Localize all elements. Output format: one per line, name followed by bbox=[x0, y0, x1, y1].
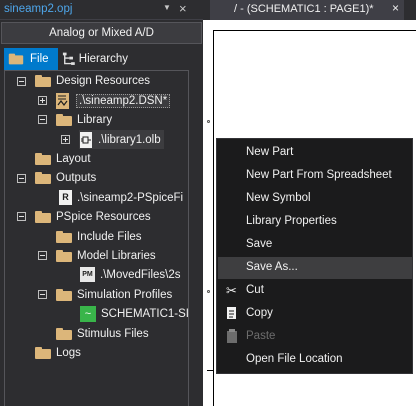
sheet-zone-marker bbox=[207, 290, 210, 293]
folder-icon bbox=[35, 152, 51, 165]
tree-item-label: Include Files bbox=[77, 230, 142, 243]
tree-item-layout[interactable]: Layout bbox=[35, 149, 91, 168]
folder-icon bbox=[35, 171, 51, 184]
tree-item-label: .\sineamp2.DSN* bbox=[76, 93, 171, 108]
tree-item-label: Outputs bbox=[56, 171, 97, 184]
tree-item-label: PSpice Resources bbox=[56, 210, 151, 223]
expand-toggle[interactable] bbox=[61, 135, 70, 144]
collapse-toggle[interactable] bbox=[17, 174, 26, 183]
folder-icon bbox=[56, 113, 72, 126]
menu-item-new-part[interactable]: New Part bbox=[218, 142, 412, 164]
folder-icon bbox=[56, 288, 72, 301]
copy-icon bbox=[224, 306, 239, 321]
tree-item-pspice-resources[interactable]: PSpice Resources bbox=[35, 207, 151, 226]
menu-item-save[interactable]: Save bbox=[218, 234, 412, 256]
tree-item-label: Logs bbox=[56, 346, 81, 359]
menu-item-paste[interactable]: Paste bbox=[218, 326, 412, 348]
folder-icon bbox=[35, 346, 51, 359]
menu-item-label: Paste bbox=[246, 330, 276, 342]
menu-item-cut[interactable]: ✂ Cut bbox=[218, 280, 412, 302]
sheet-zone-marker bbox=[207, 120, 210, 123]
menu-item-new-part-from-spreadsheet[interactable]: New Part From Spreadsheet bbox=[218, 165, 412, 187]
library-file-icon bbox=[80, 131, 92, 148]
menu-item-library-properties[interactable]: Library Properties bbox=[218, 211, 412, 233]
collapse-toggle[interactable] bbox=[38, 115, 47, 124]
menu-item-label: New Symbol bbox=[246, 192, 311, 204]
schematic-file-icon bbox=[56, 92, 69, 109]
tree-item-label: Library bbox=[77, 113, 113, 126]
tree-item-label: Stimulus Files bbox=[77, 327, 149, 340]
tree-item-stimulus-files[interactable]: Stimulus Files bbox=[56, 324, 149, 343]
menu-item-open-file-location[interactable]: Open File Location bbox=[218, 349, 412, 371]
document-tab-close-icon[interactable]: × bbox=[392, 1, 399, 15]
tree-item-label: Layout bbox=[56, 152, 91, 165]
tree-item-label: Model Libraries bbox=[77, 249, 156, 262]
folder-icon bbox=[56, 230, 72, 243]
project-manager-panel: sineamp2.opj ▼ × Analog or Mixed A/D Fil… bbox=[0, 0, 203, 406]
sheet-edge-tick bbox=[207, 370, 213, 371]
project-tree: Design Resources .\sineamp2.DSN* Library bbox=[0, 0, 203, 406]
menu-item-label: New Part bbox=[246, 146, 294, 158]
menu-item-copy[interactable]: Copy bbox=[218, 303, 412, 325]
expand-toggle[interactable] bbox=[38, 96, 47, 105]
tree-item-sim-profile[interactable]: ~ SCHEMATIC1-SI bbox=[80, 304, 189, 323]
simulation-profile-icon: ~ bbox=[80, 305, 96, 322]
collapse-toggle[interactable] bbox=[38, 290, 47, 299]
collapse-toggle[interactable] bbox=[17, 77, 26, 86]
tree-item-library-file[interactable]: .\library1.olb bbox=[79, 130, 164, 149]
menu-item-new-symbol[interactable]: New Symbol bbox=[218, 188, 412, 210]
menu-item-label: Copy bbox=[246, 307, 273, 319]
context-menu: New Part New Part From Spreadsheet New S… bbox=[216, 138, 413, 374]
tree-item-label: Simulation Profiles bbox=[77, 288, 173, 301]
collapse-toggle[interactable] bbox=[17, 212, 26, 221]
folder-icon bbox=[56, 249, 72, 262]
folder-icon bbox=[35, 74, 51, 87]
folder-icon bbox=[56, 327, 72, 340]
document-tab-title: / - (SCHEMATIC1 : PAGE1)* bbox=[234, 3, 374, 15]
menu-item-save-as[interactable]: Save As... bbox=[218, 257, 412, 279]
report-file-icon: R bbox=[59, 190, 72, 205]
tree-item-output-file[interactable]: R .\sineamp2-PSpiceFi bbox=[59, 188, 183, 207]
menu-item-label: Save bbox=[246, 238, 273, 250]
tree-item-label: Design Resources bbox=[56, 74, 150, 87]
tree-item-logs[interactable]: Logs bbox=[35, 343, 81, 362]
paste-icon bbox=[224, 329, 239, 344]
menu-item-label: Save As... bbox=[246, 261, 298, 273]
tree-item-design-resources[interactable]: Design Resources bbox=[35, 71, 150, 90]
document-tabstrip: / - (SCHEMATIC1 : PAGE1)* × bbox=[203, 0, 416, 20]
menu-item-label: New Part From Spreadsheet bbox=[246, 169, 392, 181]
tree-item-library[interactable]: Library bbox=[56, 110, 112, 129]
tree-item-outputs[interactable]: Outputs bbox=[35, 168, 96, 187]
tree-item-include-files[interactable]: Include Files bbox=[56, 227, 142, 246]
folder-icon bbox=[35, 210, 51, 223]
tree-item-label: .\sineamp2-PSpiceFi bbox=[77, 191, 184, 204]
tree-item-simulation-profiles[interactable]: Simulation Profiles bbox=[56, 285, 172, 304]
menu-item-label: Library Properties bbox=[246, 215, 337, 227]
tree-item-dsn-file[interactable]: .\sineamp2.DSN* bbox=[56, 91, 171, 110]
tree-item-label: .\library1.olb bbox=[98, 133, 161, 146]
tree-item-label: .\MovedFiles\2s bbox=[100, 268, 181, 281]
model-file-icon: PM bbox=[80, 267, 95, 282]
tab-schematic-page[interactable]: / - (SCHEMATIC1 : PAGE1)* × bbox=[210, 0, 404, 20]
menu-item-label: Open File Location bbox=[246, 353, 343, 365]
menu-item-label: Cut bbox=[246, 284, 264, 296]
tree-item-model-file[interactable]: PM .\MovedFiles\2s bbox=[80, 265, 181, 284]
tree-item-model-libraries[interactable]: Model Libraries bbox=[56, 246, 156, 265]
tree-item-label: SCHEMATIC1-SI bbox=[101, 307, 189, 320]
collapse-toggle[interactable] bbox=[38, 251, 47, 260]
scissors-icon: ✂ bbox=[226, 283, 237, 298]
